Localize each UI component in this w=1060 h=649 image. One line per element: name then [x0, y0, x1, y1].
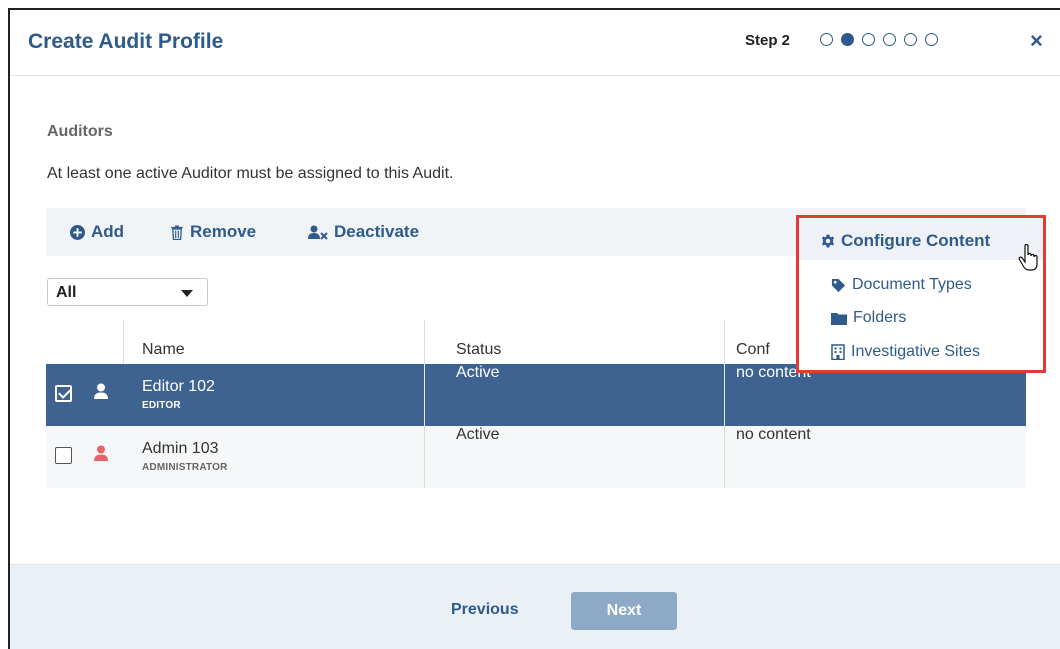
- status-cell: Active: [456, 426, 500, 443]
- step-dot-2-current: [841, 33, 854, 46]
- trash-icon: [171, 224, 183, 240]
- folder-icon: [831, 312, 847, 325]
- audit-profile-dialog: Create Audit Profile Step 2 × Auditors A…: [8, 8, 1060, 649]
- tag-icon: [831, 278, 846, 292]
- user-name: Editor 102: [142, 378, 215, 395]
- building-icon: [831, 344, 845, 360]
- configure-content-menu: Configure Content Document Types Folders…: [796, 215, 1046, 373]
- menu-item-label: Document Types: [852, 276, 972, 293]
- menu-item-label: Folders: [853, 309, 907, 326]
- hand-pointer-icon: [1018, 244, 1038, 271]
- user-remove-icon: [308, 225, 328, 240]
- cell-divider: [724, 364, 725, 426]
- menu-item-investigative-sites[interactable]: Investigative Sites: [831, 343, 980, 361]
- user-icon: [94, 383, 108, 399]
- menu-item-document-types[interactable]: Document Types: [831, 276, 972, 294]
- close-icon[interactable]: ×: [1030, 28, 1043, 54]
- cell-divider: [424, 364, 425, 426]
- user-icon: [94, 445, 108, 461]
- next-button[interactable]: Next: [571, 592, 677, 630]
- step-dot-1: [820, 33, 833, 46]
- dialog-title: Create Audit Profile: [28, 30, 224, 53]
- header-divider: [424, 320, 425, 364]
- menu-item-folders[interactable]: Folders: [831, 309, 906, 327]
- column-header-content[interactable]: Conf: [736, 320, 770, 364]
- step-indicator: [820, 33, 938, 46]
- step-dot-6: [925, 33, 938, 46]
- menu-item-label: Investigative Sites: [851, 343, 980, 360]
- cell-divider: [424, 426, 425, 488]
- gear-icon: [821, 234, 835, 248]
- dialog-header: Create Audit Profile Step 2 ×: [10, 10, 1060, 76]
- row-checkbox[interactable]: [55, 385, 72, 402]
- configure-content-button[interactable]: Configure Content: [799, 218, 1043, 260]
- status-cell: Active: [456, 364, 500, 381]
- plus-circle-icon: [70, 224, 85, 240]
- instruction-text: At least one active Auditor must be assi…: [47, 165, 454, 182]
- user-name: Admin 103: [142, 440, 219, 457]
- caret-down-icon: [181, 290, 193, 297]
- step-label: Step 2: [745, 32, 791, 49]
- step-dot-5: [904, 33, 917, 46]
- section-title: Auditors: [47, 123, 113, 140]
- step-dot-4: [883, 33, 896, 46]
- column-header-status[interactable]: Status: [456, 320, 501, 364]
- add-button[interactable]: Add: [70, 222, 124, 242]
- dialog-footer: Previous Next: [10, 564, 1060, 649]
- header-divider: [123, 320, 124, 364]
- configure-content-label: Configure Content: [841, 231, 991, 250]
- table-row[interactable]: Admin 103 ADMINISTRATOR Active no conten…: [46, 426, 1026, 488]
- header-divider: [724, 320, 725, 364]
- deactivate-button[interactable]: Deactivate: [308, 222, 419, 242]
- filter-value: All: [56, 284, 77, 301]
- configure-content-title[interactable]: Configure Content: [821, 231, 990, 251]
- row-checkbox[interactable]: [55, 447, 72, 464]
- column-header-name[interactable]: Name: [142, 320, 185, 364]
- deactivate-label: Deactivate: [334, 222, 420, 241]
- add-label: Add: [91, 222, 125, 241]
- table-row[interactable]: Editor 102 EDITOR Active no content: [46, 364, 1026, 426]
- user-role: ADMINISTRATOR: [142, 462, 228, 473]
- content-cell: no content: [736, 426, 811, 443]
- status-filter-select[interactable]: All: [47, 278, 208, 306]
- step-dot-3: [862, 33, 875, 46]
- content-cell: no content: [736, 364, 811, 381]
- remove-button[interactable]: Remove: [170, 222, 256, 242]
- cell-divider: [724, 426, 725, 488]
- previous-button[interactable]: Previous: [451, 601, 519, 619]
- remove-label: Remove: [190, 222, 257, 241]
- user-role: EDITOR: [142, 400, 181, 411]
